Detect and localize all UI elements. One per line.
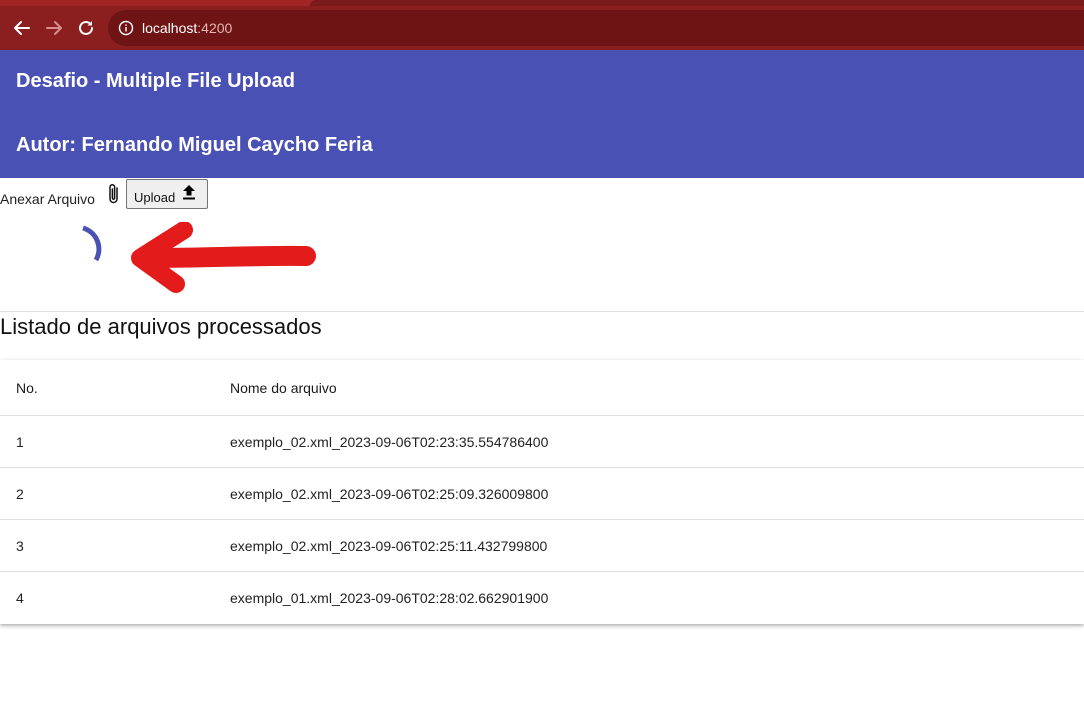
table-row: 1 exemplo_02.xml_2023-09-06T02:23:35.554… [0, 416, 1084, 468]
loading-spinner [82, 225, 102, 262]
forward-arrow-icon [46, 21, 62, 35]
table-row: 3 exemplo_02.xml_2023-09-06T02:25:11.432… [0, 520, 1084, 572]
column-header-filename: Nome do arquivo [230, 380, 337, 396]
url-text: localhost:4200 [142, 20, 232, 36]
row-filename: exemplo_02.xml_2023-09-06T02:25:09.32600… [230, 486, 549, 502]
row-number: 4 [16, 590, 24, 606]
red-arrow-annotation [131, 222, 316, 293]
upload-icon [181, 183, 197, 204]
list-title: Listado de arquivos processados [0, 314, 322, 339]
upload-button-label: Upload [134, 189, 176, 205]
reload-icon [79, 20, 93, 35]
row-filename: exemplo_02.xml_2023-09-06T02:25:11.43279… [230, 538, 548, 554]
section-divider [0, 311, 1084, 312]
row-number: 2 [16, 486, 24, 502]
back-button[interactable] [10, 16, 34, 40]
forward-button[interactable] [42, 16, 66, 40]
row-filename: exemplo_02.xml_2023-09-06T02:23:35.55478… [230, 434, 549, 450]
browser-toolbar: localhost:4200 [0, 0, 1084, 50]
url-host: localhost [142, 20, 198, 36]
info-icon[interactable] [118, 20, 134, 36]
row-number: 3 [16, 538, 24, 554]
row-filename: exemplo_01.xml_2023-09-06T02:28:02.66290… [230, 590, 549, 606]
reload-button[interactable] [74, 16, 98, 40]
column-header-no: No. [16, 380, 38, 396]
browser-tab-strip [0, 0, 1084, 6]
upload-button[interactable]: Upload [126, 179, 209, 209]
table-row: 2 exemplo_02.xml_2023-09-06T02:25:09.326… [0, 468, 1084, 520]
table-row: 4 exemplo_01.xml_2023-09-06T02:28:02.662… [0, 572, 1084, 624]
url-port: :4200 [197, 20, 233, 36]
back-arrow-icon [14, 21, 30, 35]
author-line: Autor: Fernando Miguel Caycho Feria [16, 134, 373, 156]
row-number: 1 [16, 434, 24, 450]
address-bar[interactable]: localhost:4200 [108, 10, 1084, 46]
page-title: Desafio - Multiple File Upload [16, 70, 295, 92]
paperclip-icon[interactable] [106, 182, 122, 206]
browser-tab[interactable] [310, 0, 1084, 6]
app-header: Desafio - Multiple File Upload Autor: Fe… [0, 50, 1084, 178]
attach-file-label: Anexar Arquivo [0, 191, 95, 207]
upload-toolbar: Anexar Arquivo Upload [0, 178, 1084, 212]
table-header-row: No. Nome do arquivo [0, 360, 1084, 416]
files-table: No. Nome do arquivo 1 exemplo_02.xml_202… [0, 360, 1084, 624]
